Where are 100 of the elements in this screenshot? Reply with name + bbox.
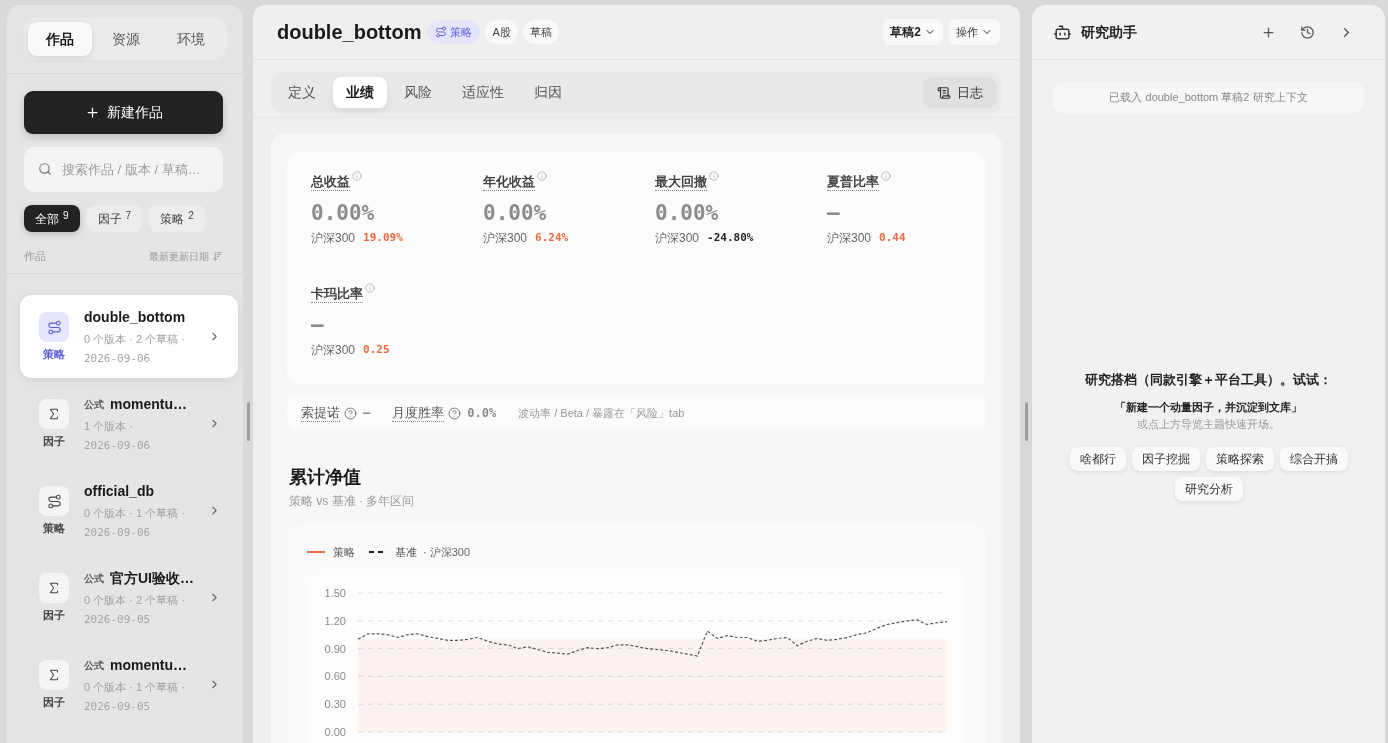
topic-chip[interactable]: 啥都行 [1069,447,1126,471]
stat-value: 0.0% [467,405,497,422]
sigma-icon [39,399,69,429]
plus-icon [1260,24,1276,40]
stat-value: — [363,405,371,422]
metric-label: 最大回撤 [655,173,707,191]
info-icon [881,171,891,181]
benchmark-value: 6.24% [535,229,569,246]
metric-value: 0.00% [311,200,375,227]
filter-chip[interactable]: 因子 7 [86,205,143,232]
info-icon [709,171,719,181]
plus-icon [84,105,100,120]
topic-chip[interactable]: 综合开搞 [1279,447,1348,471]
work-date: 2026-09-06 [84,437,152,453]
resize-handle[interactable] [1024,402,1028,441]
work-date: 2026-09-06 [84,350,152,366]
benchmark-label: 沪深300 [655,230,700,247]
benchmark-label: 沪深300 [311,342,356,359]
list-heading: 作品 [24,248,46,264]
view-tab[interactable]: 归因 [521,77,575,108]
type-label: 因子 [43,434,65,448]
axis-label: 0.90 [324,642,346,655]
metric-value: 0.00% [483,200,547,227]
view-tab[interactable]: 适应性 [449,77,517,108]
section-subtitle: 策略 vs 基准 · 多年区间 [289,493,415,510]
formula-tag: 公式 [84,571,104,586]
hint-text: 或点上方导览主题快速开场。 [1137,417,1280,432]
stats-note: 波动率 / Beta / 暴露在「风险」tab [518,405,685,421]
new-work-button[interactable]: 新建作品 [24,91,223,134]
work-date: 2026-09-06 [84,524,152,540]
sigma-icon [39,660,69,690]
help-icon [344,406,357,420]
axis-label: 1.50 [324,587,346,599]
tag: A股 [485,20,518,44]
topic-chip[interactable]: 策略探索 [1205,447,1274,471]
topic-chip[interactable]: 研究分析 [1174,477,1243,501]
work-title: momentu… [110,395,187,414]
work-title: official_db [84,482,154,501]
help-icon [448,406,462,420]
axis-label: 0.30 [324,698,346,711]
metric-label: 夏普比率 [827,173,879,191]
benchmark-value: -24.80% [707,229,754,246]
legend-note: · 沪深300 [423,544,471,560]
metric-label: 总收益 [311,173,350,191]
benchmark-label: 沪深300 [483,230,528,247]
log-button[interactable]: 日志 [923,77,997,108]
benchmark-value: 0.25 [363,341,390,358]
type-label: 策略 [43,347,65,361]
scroll-icon [937,85,951,100]
example-prompt: 「新建一个动量因子，并沉淀到文库」 [1115,400,1302,415]
panel-title: 研究助手 [1081,22,1137,42]
work-date: 2026-09-05 [84,611,152,627]
filter-chip[interactable]: 全部 9 [24,205,80,232]
intro-text: 研究搭档（同款引擎＋平台工具）。试试： [1085,371,1332,389]
work-list-item[interactable]: 因子 公式 momentu… 0 个版本 · 1 个草稿 · 2026-09-05 [20,643,238,726]
info-icon [352,171,362,181]
resize-handle[interactable] [246,402,250,441]
work-list-item[interactable]: 因子 公式 momentu… 1 个版本 · 2026-09-06 [20,382,238,465]
sort-icon [212,250,223,262]
search-icon [38,162,52,176]
work-meta: 0 个版本 · 1 个草稿 · [84,679,186,695]
page-title: double_bottom [277,20,422,45]
tag: 草稿 [522,20,559,44]
filter-chip[interactable]: 策略 2 [149,205,205,232]
route-icon [39,486,69,516]
type-label: 策略 [43,521,65,535]
route-icon [435,26,448,38]
work-title: momentu… [110,656,187,675]
stat-label: 月度胜率 [392,404,445,422]
view-tab[interactable]: 业绩 [333,77,387,108]
context-banner: 已载入 double_bottom 草稿2 研究上下文 [1053,82,1364,113]
view-tab[interactable]: 风险 [391,77,445,108]
sidebar-tab[interactable]: 作品 [28,22,92,56]
type-label: 因子 [43,608,65,622]
axis-label: 0.00 [324,726,346,738]
actions-dropdown[interactable]: 操作 [949,19,1000,45]
metric-label: 年化收益 [483,173,535,191]
legend-label: 基准 [395,544,417,560]
section-title: 累计净值 [289,466,361,489]
search-field[interactable]: 搜索作品 / 版本 / 草稿… [24,147,223,192]
stat-label: 索提诺 [301,404,340,422]
work-list-item[interactable]: 因子 公式 官方UI验收… 0 个版本 · 2 个草稿 · 2026-09-05 [20,556,238,639]
axis-label: 1.20 [324,614,346,627]
robot-icon [1053,22,1072,42]
sidebar-tab[interactable]: 环境 [159,22,223,56]
metric-value: — [827,200,840,227]
topic-chip[interactable]: 因子挖掘 [1131,447,1200,471]
benchmark-value: 19.09% [363,229,403,246]
sidebar-tab[interactable]: 资源 [93,22,158,56]
draft-dropdown[interactable]: 草稿2 [883,19,943,45]
work-title: 官方UI验收… [110,569,194,588]
history-icon [1299,24,1315,40]
benchmark-label: 沪深300 [827,230,872,247]
metric-value: — [311,312,324,339]
work-list-item[interactable]: 策略 official_db 0 个版本 · 1 个草稿 · 2026-09-06 [20,469,238,552]
metric-label: 卡玛比率 [311,285,363,303]
work-list-item[interactable]: 策略 double_bottom 0 个版本 · 2 个草稿 · 2026-09-06 [20,295,238,378]
work-meta: 0 个版本 · 1 个草稿 · [84,505,186,521]
sigma-icon [39,573,69,603]
view-tab[interactable]: 定义 [275,77,329,108]
